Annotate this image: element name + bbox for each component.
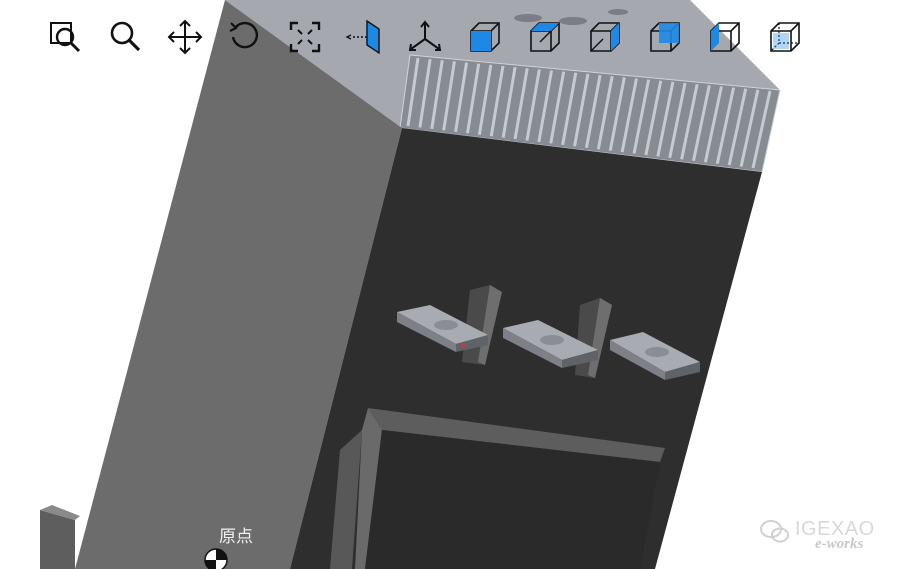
view-front-button[interactable] <box>462 14 508 60</box>
watermark: IGEXAO e-works <box>757 516 897 562</box>
view-left-icon <box>710 22 740 52</box>
view-toolbar <box>42 14 822 60</box>
rotate-button[interactable] <box>222 14 268 60</box>
section-view-icon <box>345 19 380 55</box>
section-view-button[interactable] <box>342 14 388 60</box>
zoom-icon <box>110 21 141 52</box>
watermark-sub: e-works <box>815 536 864 552</box>
rotate-icon <box>229 21 259 49</box>
view-back-icon <box>650 22 680 52</box>
fit-all-button[interactable] <box>282 14 328 60</box>
graphics-viewport[interactable]: 原点 IGEXAO e-works <box>0 0 901 569</box>
zoom-window-button[interactable] <box>42 14 88 60</box>
pan-icon <box>167 19 203 55</box>
view-back-button[interactable] <box>642 14 688 60</box>
triad-icon <box>408 20 442 51</box>
view-top-icon <box>530 22 560 52</box>
view-isometric-button[interactable] <box>762 14 808 60</box>
view-front-icon <box>470 22 500 52</box>
model-render <box>40 0 781 569</box>
wechat-icon <box>760 520 789 543</box>
view-top-button[interactable] <box>522 14 568 60</box>
view-isometric-icon <box>770 22 800 52</box>
fit-all-icon <box>289 21 321 53</box>
origin-label: 原点 <box>219 527 253 547</box>
triad-button[interactable] <box>402 14 448 60</box>
view-right-button[interactable] <box>582 14 628 60</box>
zoom-window-icon <box>50 22 81 53</box>
zoom-button[interactable] <box>102 14 148 60</box>
view-left-button[interactable] <box>702 14 748 60</box>
view-right-icon <box>590 22 620 52</box>
pan-button[interactable] <box>162 14 208 60</box>
origin-sphere-icon <box>204 548 228 569</box>
